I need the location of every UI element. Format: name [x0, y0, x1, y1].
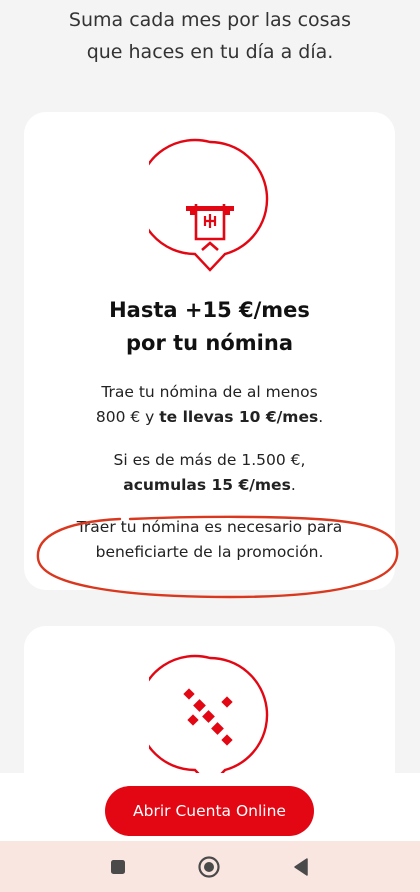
promo-title-line-1: Hasta +15 €/mes [109, 298, 310, 322]
bottom-action-bar: Abrir Cuenta Online [0, 773, 420, 841]
promo-title-line-2: por tu nómina [125, 331, 293, 355]
condition-2-suffix: . [290, 476, 296, 494]
triangle-back-icon [294, 858, 308, 876]
promo-condition-2-line-1: Si es de más de 1.500 €, [113, 451, 306, 469]
payroll-promo-card: Hasta +15 €/mes por tu nómina Trae tu nó… [24, 112, 395, 590]
system-navigation-bar [0, 841, 420, 892]
promo-condition-2-line-2: acumulas 15 €/mes. [24, 473, 395, 498]
intro-line-1: Suma cada mes por las cosas [68, 9, 352, 31]
open-account-button[interactable]: Abrir Cuenta Online [105, 786, 314, 836]
promo-condition-1: Trae tu nómina de al menos 800 € y te ll… [24, 380, 395, 430]
percent-icon [148, 654, 268, 788]
intro-line-2: que haces en tu día a día. [86, 41, 334, 63]
home-button[interactable] [196, 854, 222, 880]
recent-apps-button[interactable] [105, 854, 131, 880]
intro-text: Suma cada mes por las cosas que haces en… [0, 4, 420, 68]
condition-1-prefix: 800 € y [95, 408, 160, 426]
promo-requirement-line-2: beneficiarte de la promoción. [95, 543, 324, 561]
atm-cash-withdrawal-icon [148, 138, 268, 272]
promo-condition-1-line-2: 800 € y te llevas 10 €/mes. [24, 405, 395, 430]
promo-requirement-line-1: Traer tu nómina es necesario para [76, 518, 343, 536]
condition-2-bold: acumulas 15 €/mes [123, 476, 291, 494]
promo-requirement-note: Traer tu nómina es necesario para benefi… [24, 515, 395, 565]
condition-1-bold: te llevas 10 €/mes [159, 408, 319, 426]
promo-condition-1-line-1: Trae tu nómina de al menos [101, 383, 318, 401]
promo-condition-2: Si es de más de 1.500 €, acumulas 15 €/m… [24, 448, 395, 498]
condition-1-suffix: . [318, 408, 324, 426]
back-button[interactable] [288, 854, 314, 880]
circle-home-icon [198, 856, 220, 878]
promo-title: Hasta +15 €/mes por tu nómina [24, 294, 395, 360]
square-icon [111, 860, 125, 874]
